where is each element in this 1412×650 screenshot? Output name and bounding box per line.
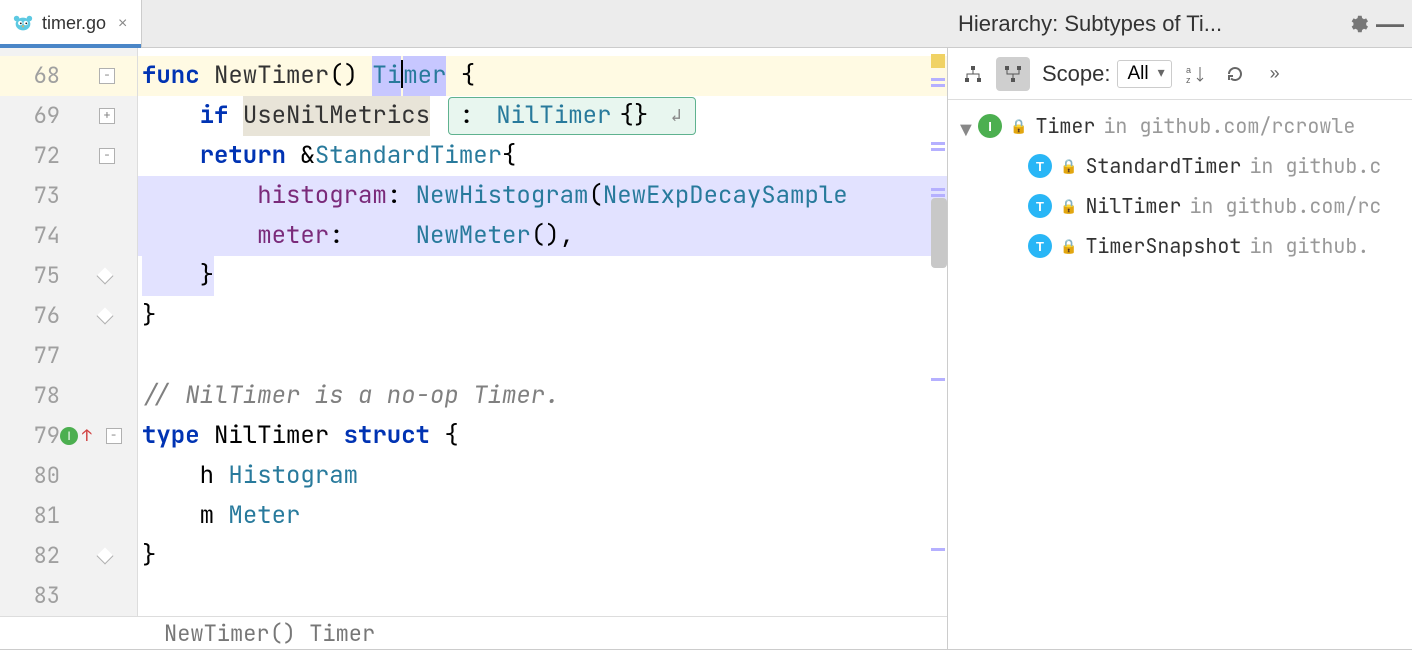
line-number: 79 <box>0 416 60 456</box>
line-number: 75 <box>0 256 60 296</box>
lock-icon: 🔒 <box>1010 118 1027 135</box>
code-line: func NewTimer() Timer { <box>138 56 947 96</box>
code-line: } <box>138 256 947 296</box>
code-area[interactable]: func NewTimer() Timer { if UseNilMetrics… <box>138 48 947 616</box>
hierarchy-title: Hierarchy: Subtypes of Ti... <box>958 11 1338 37</box>
folded-arrow-icon: ↲ <box>671 96 682 136</box>
line-number: 80 <box>0 456 60 496</box>
tree-row-root[interactable]: ▼ I 🔒 Timer in github.com/rcrowle <box>948 106 1412 146</box>
code-line: } <box>138 536 947 576</box>
code-editor[interactable]: 68− 69+ 72− 73 74 75 76 77 78 79I↑− 80 8… <box>0 48 947 616</box>
text-caret <box>401 60 403 88</box>
breadcrumb[interactable]: NewTimer() Timer <box>0 616 947 649</box>
line-number: 73 <box>0 176 60 216</box>
folded-region[interactable]: : NilTimer{} ↲ <box>448 97 696 135</box>
collapse-icon[interactable]: ▼ <box>956 119 970 133</box>
line-number: 78 <box>0 376 60 416</box>
line-number: 74 <box>0 216 60 256</box>
refresh-icon[interactable] <box>1218 57 1252 91</box>
error-stripe[interactable] <box>929 48 947 616</box>
lock-icon: 🔒 <box>1060 198 1077 215</box>
hierarchy-tree[interactable]: ▼ I 🔒 Timer in github.com/rcrowle T 🔒 St… <box>948 100 1412 649</box>
minimize-icon[interactable]: — <box>1378 12 1402 36</box>
scope-select[interactable]: All <box>1117 60 1172 88</box>
interface-icon: I <box>978 114 1002 138</box>
code-line <box>138 336 947 376</box>
code-line: m Meter <box>138 496 947 536</box>
override-up-icon[interactable]: ↑ <box>82 416 92 456</box>
lock-icon: 🔒 <box>1060 158 1077 175</box>
scrollbar-thumb[interactable] <box>931 198 947 268</box>
code-line: if UseNilMetrics : NilTimer{} ↲ <box>138 96 947 136</box>
tab-label: timer.go <box>42 13 106 34</box>
code-line: histogram: NewHistogram(NewExpDecaySampl… <box>138 176 947 216</box>
hierarchy-panel: Scope: All az » ▼ I 🔒 Timer in github.co… <box>948 48 1412 649</box>
code-line: // NilTimer is a no-op Timer. <box>138 376 947 416</box>
type-icon: T <box>1028 234 1052 258</box>
fold-icon[interactable]: − <box>106 428 122 444</box>
line-number: 82 <box>0 536 60 576</box>
supertypes-icon[interactable] <box>956 57 990 91</box>
lock-icon: 🔒 <box>1060 238 1077 255</box>
line-number: 69 <box>0 96 60 136</box>
fold-expand-icon[interactable]: + <box>99 108 115 124</box>
svg-text:z: z <box>1186 75 1191 84</box>
line-number: 68 <box>0 56 60 96</box>
close-icon[interactable]: × <box>118 15 127 33</box>
code-line: meter: NewMeter(), <box>138 216 947 256</box>
line-number: 76 <box>0 296 60 336</box>
hierarchy-header: Hierarchy: Subtypes of Ti... — <box>948 0 1412 48</box>
sort-alpha-icon[interactable]: az <box>1178 57 1212 91</box>
code-line: return &StandardTimer{ <box>138 136 947 176</box>
editor-tabs: timer.go × <box>0 0 948 48</box>
line-number: 77 <box>0 336 60 376</box>
more-icon[interactable]: » <box>1258 57 1292 91</box>
code-line: h Histogram <box>138 456 947 496</box>
gear-icon[interactable] <box>1346 12 1370 36</box>
fold-close-icon[interactable] <box>97 548 114 565</box>
tree-row[interactable]: T 🔒 StandardTimer in github.c <box>948 146 1412 186</box>
line-number: 81 <box>0 496 60 536</box>
svg-text:a: a <box>1186 65 1191 75</box>
tree-row[interactable]: T 🔒 TimerSnapshot in github. <box>948 226 1412 266</box>
fold-close-icon[interactable] <box>97 268 114 285</box>
code-line: } <box>138 296 947 336</box>
go-file-icon <box>12 13 34 35</box>
type-icon: T <box>1028 194 1052 218</box>
subtypes-icon[interactable] <box>996 57 1030 91</box>
implements-icon[interactable]: I <box>60 427 78 445</box>
hierarchy-toolbar: Scope: All az » <box>948 48 1412 100</box>
tree-row[interactable]: T 🔒 NilTimer in github.com/rc <box>948 186 1412 226</box>
code-line <box>138 576 947 616</box>
tab-timer-go[interactable]: timer.go × <box>0 0 142 47</box>
scope-label: Scope: <box>1042 61 1111 87</box>
fold-icon[interactable]: − <box>99 148 115 164</box>
code-line: type NilTimer struct { <box>138 416 947 456</box>
gutter: 68− 69+ 72− 73 74 75 76 77 78 79I↑− 80 8… <box>0 48 138 616</box>
line-number: 72 <box>0 136 60 176</box>
fold-icon[interactable]: − <box>99 68 115 84</box>
type-icon: T <box>1028 154 1052 178</box>
fold-close-icon[interactable] <box>97 308 114 325</box>
line-number: 83 <box>0 576 60 616</box>
